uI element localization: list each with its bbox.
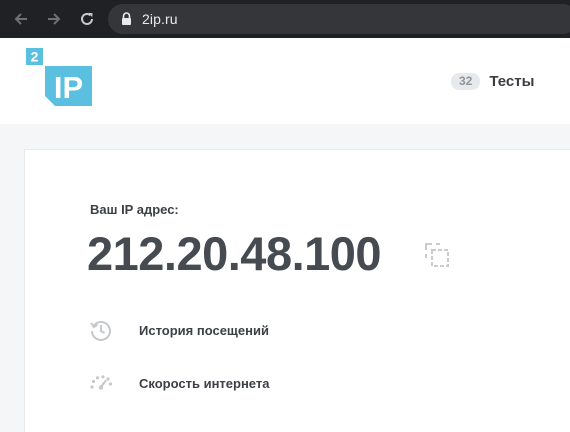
forward-button[interactable] [43,8,65,30]
speed-test-link-label: Скорость интернета [139,375,270,391]
site-header: 2 IP 32 Тесты [0,38,570,124]
arrow-right-icon [48,13,61,25]
tests-count-badge: 32 [451,73,481,90]
history-link[interactable]: История посещений [89,318,269,342]
logo-text: IP [54,70,83,105]
address-bar[interactable]: 2ip.ru [108,4,570,34]
logo-superscript: 2 [31,49,39,65]
copy-icon[interactable] [423,241,451,269]
history-link-label: История посещений [139,322,269,338]
site-logo[interactable]: 2 IP [26,48,92,108]
browser-toolbar: 2ip.ru [0,0,570,38]
lock-icon [122,12,131,25]
history-icon [90,321,111,341]
url-text: 2ip.ru [142,11,178,27]
back-button[interactable] [10,8,32,30]
arrow-left-icon [14,13,27,25]
reload-button[interactable] [76,8,98,30]
reload-icon [81,12,93,25]
tests-link[interactable]: 32 Тесты [451,73,534,90]
ip-label: Ваш IP адрес: [90,202,179,217]
speed-test-link[interactable]: Скорость интернета [89,371,269,395]
tests-label: Тесты [489,73,535,90]
speedometer-icon [90,375,113,390]
ip-card: Ваш IP адрес: 212.20.48.100 История посе… [24,149,570,432]
ip-address-value[interactable]: 212.20.48.100 [87,226,382,282]
